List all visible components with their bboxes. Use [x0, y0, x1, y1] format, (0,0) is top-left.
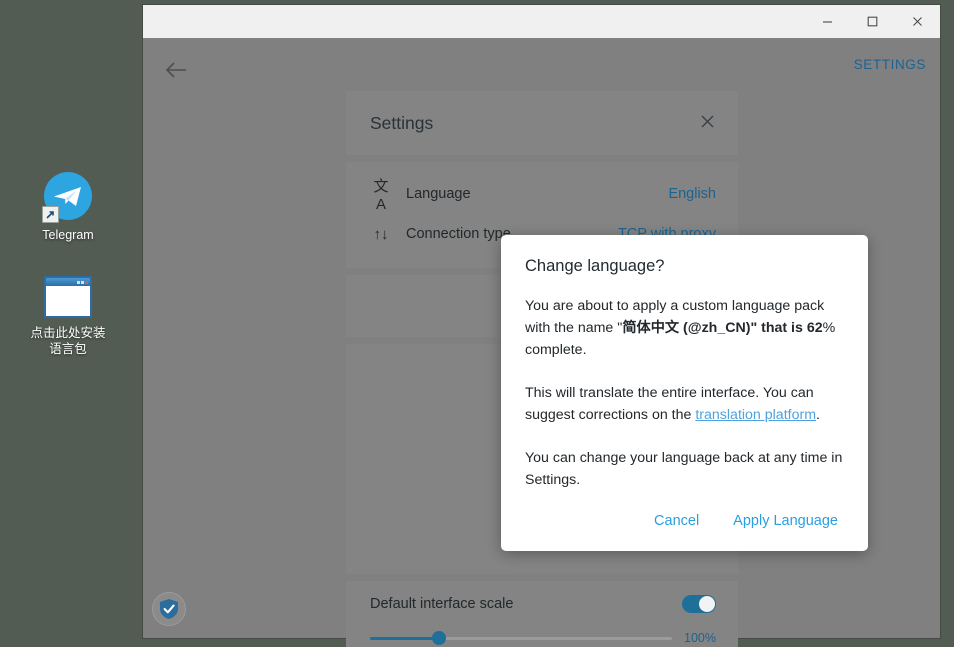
desktop-icon-language-pack[interactable]: 点击此处安装 语言包	[16, 276, 120, 357]
telegram-window: SETTINGS Settings 文A Language	[143, 5, 940, 638]
maximize-icon	[866, 15, 879, 28]
settings-row-label: Language	[406, 186, 654, 202]
shield-check-glyph	[159, 598, 179, 620]
dialog-paragraph-translate: This will translate the entire interface…	[525, 382, 844, 426]
window-content: SETTINGS Settings 文A Language	[143, 38, 940, 638]
window-icon-dot	[77, 281, 80, 284]
dialog-text-post: .	[816, 407, 820, 423]
arrow-up-right-icon	[45, 209, 56, 220]
default-scale-toggle[interactable]	[682, 595, 716, 613]
settings-row-language[interactable]: 文A Language English	[346, 174, 738, 214]
slider-fill	[370, 637, 439, 640]
dialog-paragraph-revert: You can change your language back at any…	[525, 447, 844, 491]
desktop-icon-label: Telegram	[16, 227, 120, 243]
translate-icon: 文A	[370, 175, 392, 213]
settings-caption[interactable]: SETTINGS	[854, 57, 926, 72]
settings-section-interface-scale: Default interface scale 100%	[346, 581, 738, 647]
desktop-icon-label: 点击此处安装 语言包	[16, 325, 120, 357]
close-button[interactable]	[895, 5, 940, 38]
window-icon-dot	[81, 281, 84, 284]
slider-handle[interactable]	[432, 631, 446, 645]
interface-scale-slider[interactable]	[370, 637, 672, 640]
window-titlebar[interactable]	[143, 5, 940, 38]
change-language-dialog: Change language? You are about to apply …	[501, 235, 868, 551]
interface-scale-value: 100%	[684, 631, 716, 645]
window-icon-titlebar	[46, 278, 90, 286]
shortcut-overlay-icon	[42, 206, 59, 223]
shield-check-icon[interactable]	[152, 592, 186, 626]
interface-scale-header: Default interface scale	[370, 595, 716, 613]
toggle-knob	[699, 596, 715, 612]
dialog-pack-percent: 62	[807, 320, 823, 336]
dialog-paragraph-pack: You are about to apply a custom language…	[525, 295, 844, 361]
telegram-plane-icon	[44, 172, 92, 220]
close-icon	[911, 15, 924, 28]
page-title: Settings	[370, 113, 433, 134]
connection-arrows-icon: ↑↓	[370, 226, 392, 243]
desktop-icon-telegram[interactable]: Telegram	[16, 172, 120, 243]
settings-row-value[interactable]: English	[668, 186, 716, 202]
interface-scale-slider-row: 100%	[370, 631, 716, 645]
window-icon-close-dot	[85, 281, 88, 284]
interface-scale-label: Default interface scale	[370, 596, 513, 612]
paper-plane-icon	[53, 186, 83, 208]
close-x-icon	[699, 113, 716, 130]
dialog-title: Change language?	[525, 257, 844, 276]
dialog-pack-slug: (@zh_CN)" that is	[679, 320, 807, 336]
maximize-button[interactable]	[850, 5, 895, 38]
minimize-icon	[821, 15, 834, 28]
minimize-button[interactable]	[805, 5, 850, 38]
cancel-button[interactable]: Cancel	[654, 513, 699, 529]
settings-close-icon[interactable]	[699, 113, 716, 133]
dialog-pack-name: 简体中文	[622, 320, 679, 336]
apply-language-button[interactable]: Apply Language	[733, 513, 838, 529]
back-button[interactable]	[159, 53, 193, 87]
arrow-left-icon	[164, 61, 188, 79]
translation-platform-link[interactable]: translation platform	[695, 407, 816, 423]
dialog-actions: Cancel Apply Language	[525, 497, 844, 535]
window-icon	[44, 276, 92, 318]
settings-header: Settings	[346, 91, 738, 155]
